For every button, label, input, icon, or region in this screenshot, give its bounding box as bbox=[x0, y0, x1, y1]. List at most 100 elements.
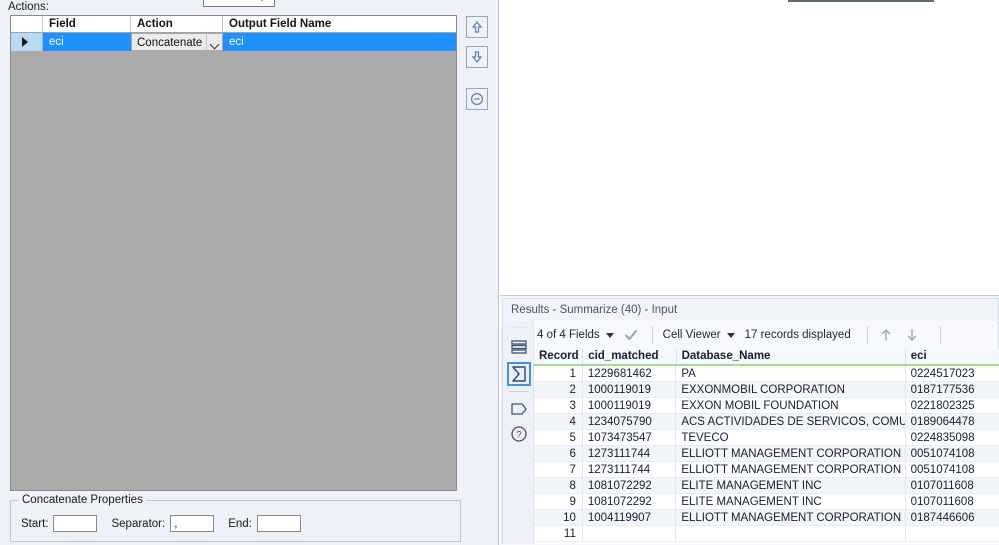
rail-divider bbox=[509, 391, 529, 392]
table-row[interactable]: 51073473547TEVECO0224835098 bbox=[534, 430, 999, 446]
table-row[interactable]: eci Concatenate eci bbox=[11, 33, 456, 51]
cell-database-name[interactable]: ELLIOTT MANAGEMENT CORPORATION bbox=[676, 462, 905, 478]
cell-cid-matched[interactable]: 1229681462 bbox=[583, 366, 676, 382]
layers-icon-button[interactable] bbox=[507, 335, 531, 359]
cell-record[interactable]: 4 bbox=[534, 414, 583, 430]
cell-record[interactable]: 3 bbox=[534, 398, 583, 414]
end-input[interactable] bbox=[257, 515, 301, 532]
cell-record[interactable]: 10 bbox=[534, 510, 583, 526]
cell-database-name[interactable]: EXXONMOBIL CORPORATION bbox=[676, 382, 905, 398]
cell-viewer-label[interactable]: Cell Viewer bbox=[663, 329, 721, 341]
actions-grid[interactable]: Field Action Output Field Name eci Conca… bbox=[10, 15, 457, 491]
column-header-action[interactable]: Action bbox=[131, 16, 223, 32]
cell-database-name[interactable]: PA bbox=[676, 366, 905, 382]
cell-eci[interactable]: 0224835098 bbox=[906, 430, 999, 446]
cell-record[interactable]: 11 bbox=[534, 526, 583, 542]
cell-database-name[interactable]: ACS ACTIVIDADES DE SERVICOS, COMUNICACIO… bbox=[676, 414, 905, 430]
add-action-dropdown[interactable]: Add bbox=[203, 0, 275, 7]
move-down-button[interactable] bbox=[466, 46, 488, 68]
cell-database-name[interactable]: ELITE MANAGEMENT INC bbox=[676, 494, 905, 510]
workflow-canvas[interactable] bbox=[500, 0, 999, 295]
cell-eci[interactable]: 0107011608 bbox=[906, 494, 999, 510]
cell-eci[interactable]: 0051074108 bbox=[906, 462, 999, 478]
table-row[interactable]: 61273111744ELLIOTT MANAGEMENT CORPORATIO… bbox=[534, 446, 999, 462]
move-up-button[interactable] bbox=[466, 16, 488, 38]
cell-database-name[interactable]: TEVECO bbox=[676, 430, 905, 446]
results-grid-header: Record cid_matched Database_Name eci bbox=[534, 349, 999, 366]
cell-database-name[interactable] bbox=[676, 526, 905, 542]
column-header-rowselect bbox=[11, 16, 43, 32]
action-dropdown-value: Concatenate bbox=[131, 33, 206, 51]
cell-record[interactable]: 7 bbox=[534, 462, 583, 478]
start-input[interactable] bbox=[53, 515, 97, 532]
cell-cid-matched[interactable]: 1000119019 bbox=[583, 398, 676, 414]
column-header-eci[interactable]: eci bbox=[906, 349, 999, 364]
table-row[interactable]: 11229681462PA0224517023 bbox=[534, 366, 999, 382]
cell-cid-matched[interactable]: 1234075790 bbox=[583, 414, 676, 430]
cell-cid-matched[interactable]: 1273111744 bbox=[583, 462, 676, 478]
results-titlebar[interactable]: Results - Summarize (40) - Input bbox=[502, 298, 999, 320]
results-title: Results - Summarize (40) - Input bbox=[511, 304, 677, 316]
column-header-record[interactable]: Record bbox=[534, 349, 583, 364]
cell-cid-matched[interactable] bbox=[583, 526, 676, 542]
cell-database-name[interactable]: EXXON MOBIL FOUNDATION bbox=[676, 398, 905, 414]
cell-cid-matched[interactable]: 1000119019 bbox=[583, 382, 676, 398]
arrow-up-icon[interactable] bbox=[878, 327, 894, 343]
cell-cid-matched[interactable]: 1081072292 bbox=[583, 478, 676, 494]
cell-eci[interactable]: 0189064478 bbox=[906, 414, 999, 430]
cell-record[interactable]: 2 bbox=[534, 382, 583, 398]
column-header-field[interactable]: Field bbox=[43, 16, 131, 32]
cell-database-name[interactable]: ELITE MANAGEMENT INC bbox=[676, 478, 905, 494]
cell-field[interactable]: eci bbox=[43, 33, 131, 51]
row-selector-cell[interactable] bbox=[11, 33, 43, 51]
cell-eci[interactable]: 0221802325 bbox=[906, 398, 999, 414]
cell-eci[interactable]: 0051074108 bbox=[906, 446, 999, 462]
table-row[interactable]: 11 bbox=[534, 526, 999, 542]
table-row[interactable]: 31000119019EXXON MOBIL FOUNDATION0221802… bbox=[534, 398, 999, 414]
cell-cid-matched[interactable]: 1004119907 bbox=[583, 510, 676, 526]
cell-database-name[interactable]: ELLIOTT MANAGEMENT CORPORATION bbox=[676, 446, 905, 462]
cell-cid-matched[interactable]: 1273111744 bbox=[583, 446, 676, 462]
fields-selector-label[interactable]: 4 of 4 Fields bbox=[537, 329, 600, 341]
cell-record[interactable]: 8 bbox=[534, 478, 583, 494]
cell-eci[interactable]: 0224517023 bbox=[906, 366, 999, 382]
sigma-icon-button[interactable] bbox=[507, 362, 531, 386]
table-row[interactable]: 41234075790ACS ACTIVIDADES DE SERVICOS, … bbox=[534, 414, 999, 430]
chevron-down-icon[interactable] bbox=[606, 333, 614, 338]
table-row[interactable]: 101004119907ELLIOTT MANAGEMENT CORPORATI… bbox=[534, 510, 999, 526]
cell-database-name[interactable]: ELLIOTT MANAGEMENT CORPORATION bbox=[676, 510, 905, 526]
column-header-database-name[interactable]: Database_Name bbox=[677, 349, 906, 364]
results-icon-rail: ····· bbox=[502, 321, 534, 544]
cell-cid-matched[interactable]: 1081072292 bbox=[583, 494, 676, 510]
rail-drag-handle[interactable]: ····· bbox=[511, 324, 528, 331]
results-toolbar: 4 of 4 Fields Cell Viewer 17 records dis… bbox=[502, 321, 999, 349]
cell-record[interactable]: 1 bbox=[534, 366, 583, 382]
actions-label: Actions: bbox=[8, 0, 49, 14]
cell-eci[interactable]: 0187446606 bbox=[906, 510, 999, 526]
separator-input[interactable] bbox=[170, 515, 214, 532]
cell-record[interactable]: 6 bbox=[534, 446, 583, 462]
canvas-top-divider bbox=[788, 0, 934, 2]
cell-eci[interactable]: 0107011608 bbox=[906, 478, 999, 494]
table-row[interactable]: 91081072292ELITE MANAGEMENT INC010701160… bbox=[534, 494, 999, 510]
results-data-grid[interactable]: Record cid_matched Database_Name eci 112… bbox=[534, 349, 999, 544]
tag-icon-button[interactable] bbox=[507, 397, 531, 421]
chevron-down-icon[interactable] bbox=[727, 333, 735, 338]
cell-output-field-name[interactable]: eci bbox=[223, 33, 456, 51]
table-row[interactable]: 21000119019EXXONMOBIL CORPORATION0187177… bbox=[534, 382, 999, 398]
chevron-down-icon[interactable] bbox=[206, 33, 223, 51]
arrow-down-icon[interactable] bbox=[904, 327, 920, 343]
remove-action-button[interactable] bbox=[466, 88, 488, 110]
cell-cid-matched[interactable]: 1073473547 bbox=[583, 430, 676, 446]
cell-eci[interactable]: 0187177536 bbox=[906, 382, 999, 398]
checkmark-icon[interactable] bbox=[624, 328, 638, 342]
cell-action-dropdown[interactable]: Concatenate bbox=[131, 33, 223, 51]
table-row[interactable]: 81081072292ELITE MANAGEMENT INC010701160… bbox=[534, 478, 999, 494]
cell-record[interactable]: 9 bbox=[534, 494, 583, 510]
help-icon-button[interactable]: ? bbox=[507, 422, 531, 446]
table-row[interactable]: 71273111744ELLIOTT MANAGEMENT CORPORATIO… bbox=[534, 462, 999, 478]
cell-record[interactable]: 5 bbox=[534, 430, 583, 446]
cell-eci[interactable] bbox=[906, 526, 999, 542]
column-header-output-field-name[interactable]: Output Field Name bbox=[223, 16, 456, 32]
column-header-cid-matched[interactable]: cid_matched bbox=[583, 349, 676, 364]
